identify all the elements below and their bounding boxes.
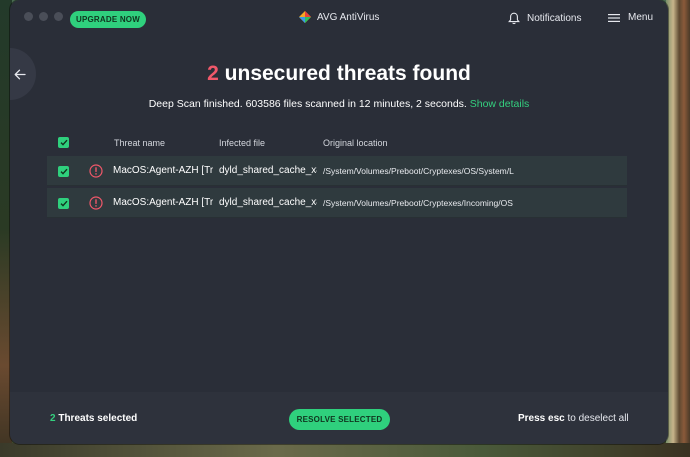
alert-circle-icon: [89, 164, 103, 178]
column-header-threat-name[interactable]: Threat name: [114, 138, 165, 148]
checkmark-icon: [60, 168, 68, 175]
scan-summary-text: Deep Scan finished. 603586 files scanned…: [148, 98, 467, 110]
threats-table: Threat name Infected file Original locat…: [47, 132, 627, 218]
zoom-window-button[interactable]: [54, 12, 63, 21]
row-checkbox[interactable]: [58, 166, 69, 177]
table-header: Threat name Infected file Original locat…: [47, 132, 627, 154]
page-title: 2 unsecured threats found: [10, 62, 668, 86]
infected-file-cell: dyld_shared_cache_x86_64: [219, 197, 317, 208]
show-details-link[interactable]: Show details: [470, 98, 530, 110]
close-window-button[interactable]: [24, 12, 33, 21]
page-title-text: unsecured threats found: [218, 62, 471, 85]
app-title-text: AVG AntiVirus: [317, 11, 380, 23]
selected-count: 2 Threats selected: [50, 413, 137, 424]
title-bar: UPGRADE NOW AVG AntiVirus Notifications: [10, 0, 668, 38]
row-checkbox[interactable]: [58, 198, 69, 209]
notifications-button[interactable]: Notifications: [508, 12, 581, 25]
bell-icon: [508, 12, 520, 25]
desktop-background-right: [666, 0, 690, 457]
minimize-window-button[interactable]: [39, 12, 48, 21]
checkmark-icon: [60, 200, 68, 207]
deselect-hint: Press esc to deselect all: [518, 413, 629, 424]
hamburger-menu-icon: [608, 13, 620, 22]
menu-button[interactable]: Menu: [608, 12, 653, 23]
esc-key-label: Press esc: [518, 413, 565, 424]
select-all-checkbox[interactable]: [58, 137, 69, 148]
avg-logo-icon: [299, 11, 311, 23]
original-location-cell: /System/Volumes/Preboot/Cryptexes/Incomi…: [323, 198, 513, 208]
original-location-cell: /System/Volumes/Preboot/Cryptexes/OS/Sys…: [323, 166, 514, 176]
footer-bar: 2 Threats selected RESOLVE SELECTED Pres…: [10, 392, 668, 444]
table-row[interactable]: MacOS:Agent-AZH [Trj] dyld_shared_cache_…: [47, 156, 627, 186]
selected-count-text: Threats selected: [55, 413, 138, 424]
scan-summary: Deep Scan finished. 603586 files scanned…: [10, 98, 668, 110]
column-header-infected-file[interactable]: Infected file: [219, 138, 265, 148]
resolve-selected-button[interactable]: RESOLVE SELECTED: [289, 409, 390, 430]
deselect-hint-text: to deselect all: [564, 413, 629, 424]
threat-name-cell: MacOS:Agent-AZH [Trj]: [113, 165, 213, 176]
notifications-label: Notifications: [527, 13, 582, 24]
desktop-background-bottom: [0, 443, 690, 457]
window-controls: [24, 12, 63, 21]
threat-name-cell: MacOS:Agent-AZH [Trj]: [113, 197, 213, 208]
table-row[interactable]: MacOS:Agent-AZH [Trj] dyld_shared_cache_…: [47, 188, 627, 218]
app-title: AVG AntiVirus: [298, 10, 379, 24]
app-window: UPGRADE NOW AVG AntiVirus Notifications: [10, 0, 668, 444]
menu-label: Menu: [628, 12, 654, 23]
upgrade-now-button[interactable]: UPGRADE NOW: [70, 11, 146, 28]
infected-file-cell: dyld_shared_cache_x86_64: [219, 165, 317, 176]
alert-circle-icon: [89, 196, 103, 210]
checkmark-icon: [60, 139, 68, 146]
threat-count: 2: [207, 62, 219, 85]
column-header-original-location[interactable]: Original location: [323, 138, 388, 148]
